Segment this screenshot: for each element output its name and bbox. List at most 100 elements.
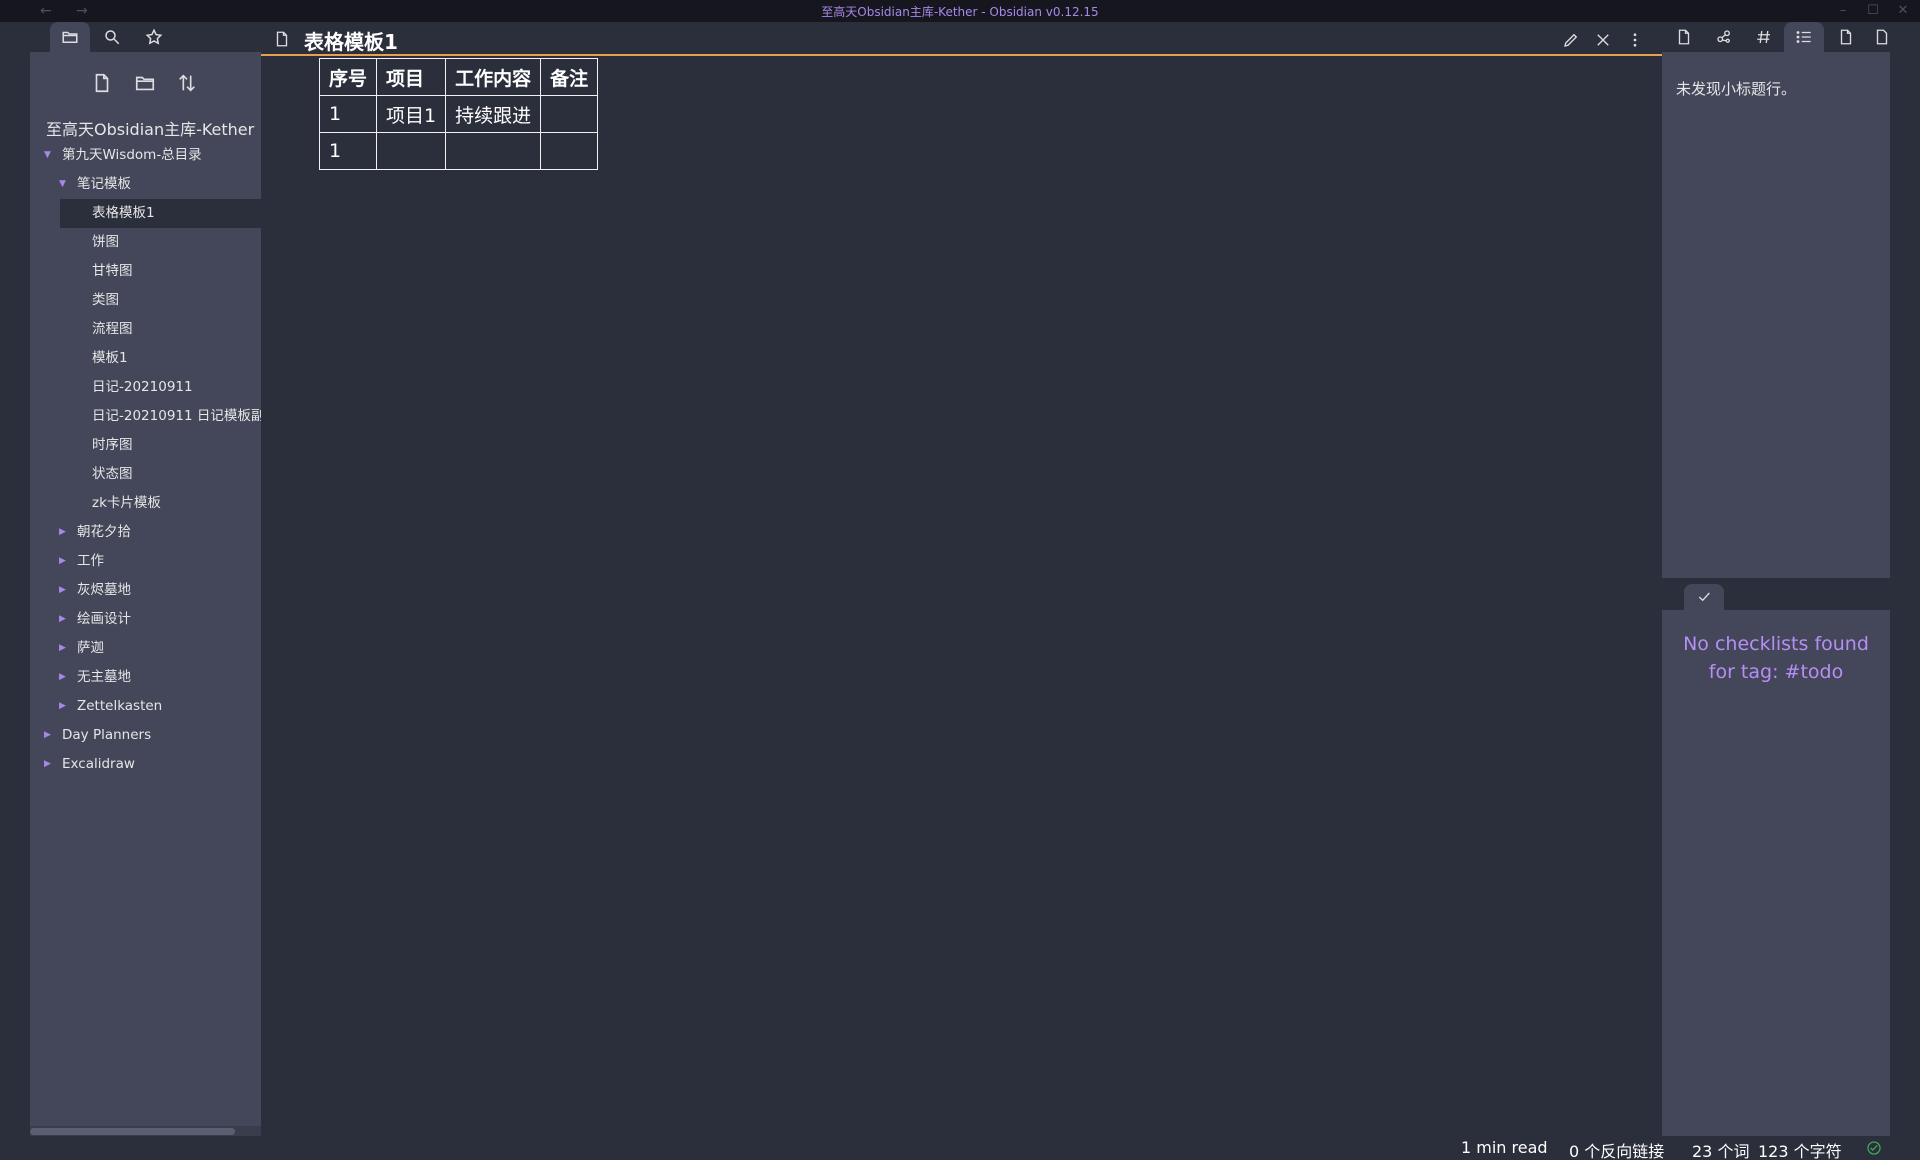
tree-item-label: 朝花夕拾 <box>77 524 131 540</box>
tree-item-label: 日记-20210911 日记模板副 <box>92 408 261 424</box>
tree-item-label: 绘画设计 <box>77 611 131 627</box>
tree-folder[interactable]: ▶ 朝花夕拾 <box>30 518 261 547</box>
tree-file[interactable]: 流程图 <box>30 315 261 344</box>
sync-status-icon[interactable] <box>1866 1140 1882 1156</box>
tree-item-label: Excalidraw <box>62 756 135 772</box>
outline-empty-message: 未发现小标题行。 <box>1676 80 1797 98</box>
window-close-button[interactable]: ✕ <box>1892 2 1914 20</box>
new-note-button[interactable] <box>87 68 117 98</box>
status-bar: 1 min read 0 个反向链接 23 个词 123 个字符 <box>0 1136 1920 1160</box>
tree-file[interactable]: 状态图 <box>30 460 261 489</box>
vault-name[interactable]: 至高天Obsidian主库-Kether <box>46 116 254 140</box>
star-icon <box>145 28 163 45</box>
tree-item-label: 工作 <box>77 553 104 569</box>
expand-arrow-icon[interactable]: ▶ <box>59 634 71 663</box>
tab-checklist[interactable] <box>1684 584 1724 610</box>
more-vertical-icon <box>1633 33 1637 47</box>
pencil-icon <box>1564 33 1578 47</box>
expand-arrow-icon[interactable]: ▶ <box>59 547 71 576</box>
word-count: 23 个词 <box>1692 1142 1750 1160</box>
tree-item-label: 饼图 <box>92 234 119 250</box>
tab-graph[interactable] <box>1704 22 1744 52</box>
tab-search[interactable] <box>92 22 132 52</box>
tree-folder[interactable]: ▶ 萨迦 <box>30 634 261 663</box>
horizontal-scrollbar[interactable] <box>30 1128 235 1135</box>
left-ribbon <box>0 22 30 1160</box>
table-header-row: 序号 项目 工作内容 备注 <box>318 58 599 96</box>
expand-arrow-icon[interactable]: ▶ <box>44 721 56 750</box>
new-folder-button[interactable] <box>130 68 160 98</box>
tree-folder[interactable]: ▶ 灰烬墓地 <box>30 576 261 605</box>
tree-item-label: zk卡片模板 <box>92 495 161 511</box>
expand-arrow-icon[interactable]: ▶ <box>59 663 71 692</box>
tree-item-label: 流程图 <box>92 321 133 337</box>
tree-item-label: 笔记模板 <box>77 176 131 192</box>
expand-arrow-icon[interactable]: ▶ <box>59 605 71 634</box>
tree-file[interactable]: 饼图 <box>30 228 261 257</box>
expand-arrow-icon[interactable]: ▶ <box>59 692 71 721</box>
tab-backlinks[interactable] <box>1664 22 1704 52</box>
tree-item-label: 灰烬墓地 <box>77 582 131 598</box>
tree-file[interactable]: 类图 <box>30 286 261 315</box>
table-cell: 项目1 <box>376 95 447 133</box>
expand-arrow-icon[interactable]: ▶ <box>44 750 56 779</box>
left-sidebar-tabs <box>30 22 261 52</box>
check-icon <box>1698 592 1710 602</box>
table-row: 1 <box>318 132 599 170</box>
table-header-cell: 序号 <box>318 58 378 96</box>
graph-icon <box>1717 30 1730 43</box>
tree-folder[interactable]: ▼ 第九天Wisdom-总目录 <box>30 141 261 170</box>
tab-local-file[interactable] <box>1826 22 1866 52</box>
tree-folder[interactable]: ▶ Zettelkasten <box>30 692 261 721</box>
tab-tags[interactable] <box>1744 22 1784 52</box>
tree-item-label: 模板1 <box>92 350 128 366</box>
close-note-button[interactable] <box>1591 28 1615 52</box>
note-title[interactable]: 表格模板1 <box>304 26 398 55</box>
sort-button[interactable] <box>172 68 202 98</box>
tab-file-explorer[interactable] <box>50 22 90 52</box>
table-cell: 1 <box>318 95 378 133</box>
tree-item-label: 状态图 <box>92 466 133 482</box>
window-title: 至高天Obsidian主库-Kether - Obsidian v0.12.15 <box>821 5 1099 19</box>
file-icon <box>1876 29 1888 45</box>
editor-content[interactable]: 序号 项目 工作内容 备注 1 项目1 持续跟进 1 <box>261 58 1662 1136</box>
minimize-button[interactable]: – <box>1832 2 1854 20</box>
tree-file[interactable]: 甘特图 <box>30 257 261 286</box>
markdown-table: 序号 项目 工作内容 备注 1 项目1 持续跟进 1 <box>318 58 599 170</box>
tree-item-label: 无主墓地 <box>77 669 131 685</box>
tree-folder[interactable]: ▶ 绘画设计 <box>30 605 261 634</box>
checklist-empty-message: No checklists found for tag: #todo <box>1683 633 1869 683</box>
table-cell <box>376 132 447 170</box>
tree-folder[interactable]: ▶ Excalidraw <box>30 750 261 779</box>
expand-arrow-icon[interactable]: ▶ <box>59 576 71 605</box>
more-options-button[interactable] <box>1623 28 1647 52</box>
file-explorer-actions <box>30 68 261 98</box>
tree-file[interactable]: 时序图 <box>30 431 261 460</box>
tab-more[interactable] <box>1862 22 1902 52</box>
tree-file[interactable]: 日记-20210911 <box>30 373 261 402</box>
new-note-icon <box>95 73 109 93</box>
collapse-arrow-icon[interactable]: ▼ <box>44 141 56 170</box>
maximize-button[interactable]: ☐ <box>1862 2 1884 20</box>
tree-folder[interactable]: ▶ 工作 <box>30 547 261 576</box>
hash-icon <box>1757 30 1770 44</box>
tree-folder[interactable]: ▶ Day Planners <box>30 721 261 750</box>
tree-file[interactable]: zk卡片模板 <box>30 489 261 518</box>
folder-icon <box>62 31 78 43</box>
collapse-arrow-icon[interactable]: ▼ <box>59 170 71 199</box>
tree-file[interactable]: 模板1 <box>30 344 261 373</box>
tree-folder[interactable]: ▶ 无主墓地 <box>30 663 261 692</box>
edit-button[interactable] <box>1559 28 1583 52</box>
table-cell <box>540 132 599 170</box>
tree-item-label: 日记-20210911 <box>92 379 193 395</box>
checklist-pane: No checklists found for tag: #todo <box>1662 610 1890 1136</box>
tree-item-label: 表格模板1 <box>92 205 155 221</box>
tab-outline[interactable] <box>1784 22 1824 52</box>
table-row: 1 项目1 持续跟进 <box>318 95 599 133</box>
tree-file[interactable]: 表格模板1 <box>60 199 261 228</box>
backlink-count[interactable]: 0 个反向链接 <box>1569 1138 1664 1160</box>
tree-file[interactable]: 日记-20210911 日记模板副 <box>30 402 261 431</box>
tree-folder[interactable]: ▼ 笔记模板 <box>30 170 261 199</box>
expand-arrow-icon[interactable]: ▶ <box>59 518 71 547</box>
tab-starred[interactable] <box>134 22 174 52</box>
